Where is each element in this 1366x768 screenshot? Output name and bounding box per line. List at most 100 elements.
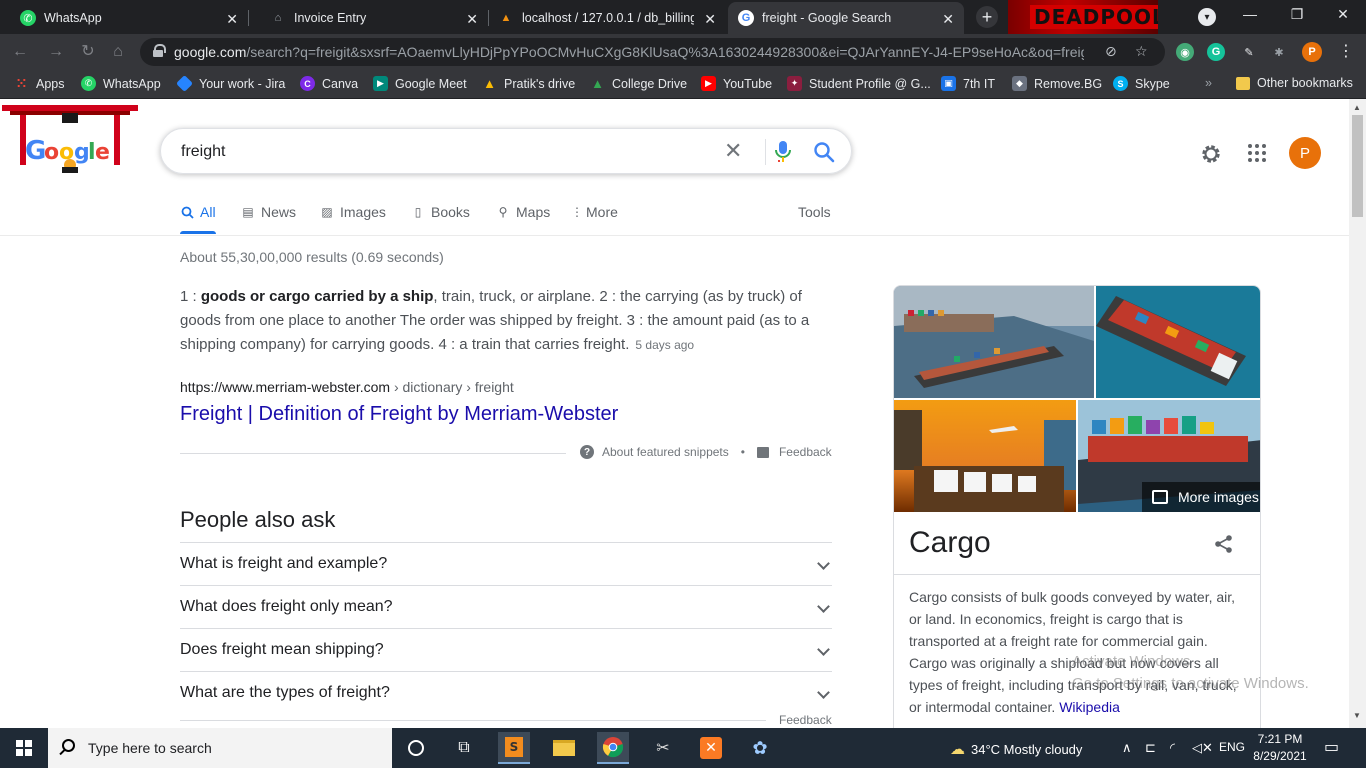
- paint-icon[interactable]: ✿: [744, 732, 776, 764]
- scrollbar-thumb[interactable]: [1352, 115, 1363, 217]
- cargo-port-image[interactable]: [894, 286, 1094, 398]
- sublime-text-icon[interactable]: S: [498, 732, 530, 764]
- bookmark-student-profile[interactable]: ✦ Student Profile @ G...: [787, 76, 931, 91]
- grammarly-icon[interactable]: G: [1207, 43, 1225, 61]
- bookmark-skype[interactable]: S Skype: [1113, 76, 1170, 91]
- tools-button[interactable]: Tools: [798, 204, 831, 220]
- chrome-icon[interactable]: [597, 732, 629, 764]
- question-text: Does freight mean shipping?: [180, 641, 384, 658]
- snippet-lead: 1 :: [180, 288, 201, 305]
- google-apps-icon[interactable]: [1248, 144, 1266, 162]
- menu-kebab-icon[interactable]: ⋮: [1336, 42, 1356, 62]
- eyedropper-icon[interactable]: ✎: [1240, 43, 1258, 61]
- close-tab-icon[interactable]: ✕: [466, 11, 478, 28]
- search-submit-icon[interactable]: [813, 141, 835, 168]
- bookmark-7th-it[interactable]: ▣ 7th IT: [941, 76, 995, 91]
- bookmark-canva[interactable]: C Canva: [300, 76, 358, 91]
- cortana-icon[interactable]: [400, 732, 432, 764]
- network-icon[interactable]: ⊏: [1145, 740, 1156, 756]
- wifi-icon[interactable]: ◜: [1170, 740, 1175, 756]
- bookmark-apps[interactable]: ⁙ Apps: [14, 76, 64, 91]
- bookmark-google-meet[interactable]: ▶ Google Meet: [373, 76, 467, 91]
- cargo-trucks-sunset-image[interactable]: [894, 400, 1076, 512]
- scroll-up-arrow-icon[interactable]: ▲: [1353, 103, 1361, 112]
- scroll-down-arrow-icon[interactable]: ▼: [1353, 711, 1361, 720]
- bookmark-college-drive[interactable]: ▲ College Drive: [590, 76, 687, 91]
- snippet-divider: [180, 453, 566, 454]
- location-blocked-icon[interactable]: ⊘: [1105, 43, 1117, 60]
- minimize-button[interactable]: —: [1240, 6, 1260, 22]
- extensions-puzzle-icon[interactable]: ✱: [1270, 43, 1288, 61]
- share-icon[interactable]: [1214, 534, 1234, 559]
- more-images-button[interactable]: More images: [1142, 482, 1260, 512]
- language-indicator[interactable]: ENG: [1219, 740, 1245, 754]
- lock-icon[interactable]: [153, 44, 166, 57]
- account-avatar[interactable]: P: [1289, 137, 1321, 169]
- tab-news[interactable]: ▤ News: [241, 204, 296, 220]
- notifications-icon[interactable]: ▭: [1324, 737, 1339, 757]
- result-title-link[interactable]: Freight | Definition of Freight by Merri…: [180, 403, 618, 426]
- other-bookmarks[interactable]: Other bookmarks: [1236, 76, 1353, 90]
- tab-invoice[interactable]: ⌂ Invoice Entry ✕: [250, 2, 488, 34]
- restore-button[interactable]: ❐: [1287, 6, 1307, 23]
- paa-question[interactable]: What does freight only mean?: [180, 585, 832, 628]
- paa-question[interactable]: Does freight mean shipping?: [180, 628, 832, 671]
- bookmark-removebg[interactable]: ◆ Remove.BG: [1012, 76, 1102, 91]
- tab-whatsapp[interactable]: ✆ WhatsApp ✕: [0, 2, 248, 34]
- close-tab-icon[interactable]: ✕: [226, 11, 238, 28]
- page-scrollbar[interactable]: ▲ ▼: [1349, 99, 1366, 728]
- url-text[interactable]: google.com/search?q=freigit&sxsrf=AOaemv…: [174, 44, 1084, 60]
- xampp-icon[interactable]: ✕: [695, 732, 727, 764]
- start-button[interactable]: [0, 728, 48, 768]
- system-clock[interactable]: 7:21 PM 8/29/2021: [1250, 731, 1310, 765]
- close-tab-icon[interactable]: ✕: [942, 11, 954, 28]
- bookmark-whatsapp[interactable]: ✆ WhatsApp: [81, 76, 161, 91]
- forward-button[interactable]: →: [46, 42, 66, 62]
- tab-more[interactable]: ⋮ More: [571, 204, 618, 220]
- tab-images[interactable]: ▨ Images: [320, 204, 386, 220]
- tab-all[interactable]: All: [180, 204, 216, 220]
- feedback-link[interactable]: Feedback: [779, 445, 832, 459]
- address-bar[interactable]: google.com/search?q=freigit&sxsrf=AOaemv…: [140, 38, 1165, 66]
- search-box[interactable]: freight ✕: [160, 128, 852, 174]
- close-tab-icon[interactable]: ✕: [704, 11, 716, 28]
- extension-icon[interactable]: ◉: [1176, 43, 1194, 61]
- tab-maps[interactable]: ⚲ Maps: [496, 204, 551, 220]
- bookmark-youtube[interactable]: ▶ YouTube: [701, 76, 772, 91]
- bookmarks-overflow-button[interactable]: »: [1205, 76, 1212, 90]
- snipping-tool-icon[interactable]: ✂: [647, 732, 679, 764]
- reload-button[interactable]: ↻: [78, 42, 98, 62]
- back-button[interactable]: ←: [10, 42, 30, 62]
- weather-widget[interactable]: ☁ 34°C Mostly cloudy: [950, 740, 1082, 758]
- home-button[interactable]: ⌂: [108, 42, 128, 62]
- file-explorer-icon[interactable]: [548, 732, 580, 764]
- paa-feedback-link[interactable]: Feedback: [779, 713, 832, 727]
- volume-muted-icon[interactable]: ◁✕: [1192, 740, 1213, 756]
- new-tab-button[interactable]: +: [976, 6, 998, 28]
- tab-google-search[interactable]: G freight - Google Search ✕: [728, 2, 964, 34]
- google-doodle-logo[interactable]: G o o g l e: [0, 101, 140, 181]
- clear-search-icon[interactable]: ✕: [724, 138, 742, 164]
- close-window-button[interactable]: ✕: [1333, 6, 1353, 23]
- bookmark-pratiks-drive[interactable]: ▲ Pratik's drive: [482, 76, 575, 91]
- search-icon: [62, 739, 75, 752]
- voice-search-icon[interactable]: [775, 140, 791, 169]
- tab-phpmyadmin[interactable]: ▲ localhost / 127.0.0.1 / db_billing ✕: [490, 2, 726, 34]
- show-hidden-icons-chevron-icon[interactable]: ∧: [1122, 740, 1132, 756]
- cargo-ship-aerial-image[interactable]: [1096, 286, 1260, 398]
- task-view-icon[interactable]: ⧉: [448, 732, 480, 764]
- wikipedia-link[interactable]: Wikipedia: [1059, 699, 1120, 715]
- bookmark-jira[interactable]: Your work - Jira: [176, 75, 285, 92]
- about-featured-snippets-link[interactable]: About featured snippets: [602, 445, 729, 459]
- search-input[interactable]: freight: [181, 143, 225, 161]
- bookmark-star-icon[interactable]: ☆: [1135, 43, 1148, 60]
- settings-gear-icon[interactable]: [1199, 142, 1223, 171]
- tab-search-button[interactable]: ▾: [1198, 8, 1216, 26]
- paa-question[interactable]: What are the types of freight?: [180, 671, 832, 714]
- paa-question[interactable]: What is freight and example?: [180, 542, 832, 585]
- tab-books[interactable]: ▯ Books: [411, 204, 470, 220]
- result-cite[interactable]: https://www.merriam-webster.com › dictio…: [180, 379, 514, 395]
- taskbar-search-input[interactable]: Type here to search: [88, 740, 212, 756]
- profile-avatar[interactable]: P: [1302, 42, 1322, 62]
- taskbar-search-box[interactable]: Type here to search: [48, 728, 392, 768]
